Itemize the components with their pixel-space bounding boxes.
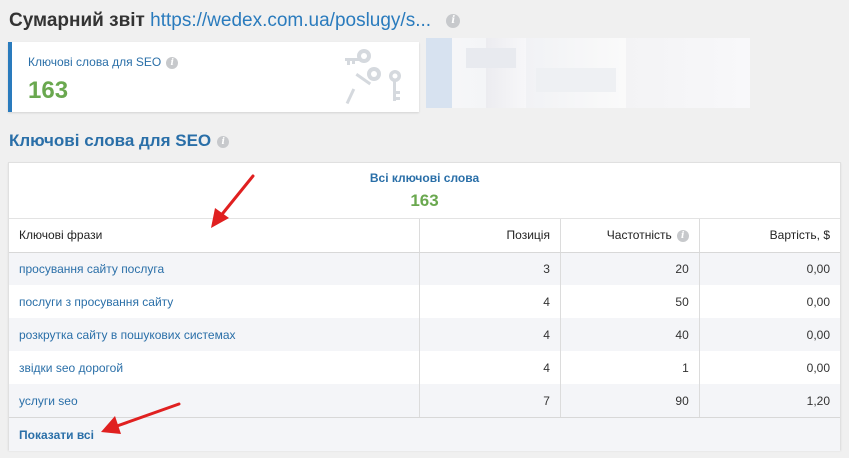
keywords-metric-card: Ключові слова для SEO i 163 <box>8 42 419 112</box>
table-row: просування сайту послуга 3 20 0,00 <box>9 252 840 285</box>
report-title-prefix: Сумарний звіт <box>9 10 145 31</box>
cost-cell: 0,00 <box>699 351 840 384</box>
show-all-link[interactable]: Показати всі <box>19 428 94 442</box>
table-row: услуги seo 7 90 1,20 <box>9 384 840 417</box>
column-header-cost[interactable]: Вартість, $ <box>699 219 840 253</box>
position-cell: 3 <box>419 252 561 285</box>
keywords-panel: Всі ключові слова 163 Ключові фрази Пози… <box>8 162 841 451</box>
summary-value: 163 <box>410 191 439 210</box>
table-row: звідки seo дорогой 4 1 0,00 <box>9 351 840 384</box>
position-cell: 4 <box>419 351 561 384</box>
blurred-region <box>426 38 750 108</box>
keyword-phrase-link[interactable]: розкрутка сайту в пошукових системах <box>9 318 421 351</box>
keyword-phrase-link[interactable]: просування сайту послуга <box>9 252 421 285</box>
table-header-row: Ключові фрази Позиція Частотність i Варті… <box>9 219 840 253</box>
summary-label[interactable]: Всі ключові слова <box>9 163 840 185</box>
metric-card-value: 163 <box>28 77 69 104</box>
column-header-frequency-label: Частотність <box>606 228 672 243</box>
keyword-phrase-link[interactable]: послуги з просування сайту <box>9 285 421 318</box>
section-title-text: Ключові слова для SEO <box>9 131 212 150</box>
cost-cell: 0,00 <box>699 318 840 351</box>
column-header-frequency[interactable]: Частотність i <box>560 219 700 253</box>
metric-card-label-row: Ключові слова для SEO i <box>28 55 179 69</box>
keywords-table: Ключові фрази Позиція Частотність i Варті… <box>9 219 840 417</box>
info-icon[interactable]: i <box>217 135 230 148</box>
panel-footer: Показати всі <box>9 417 840 451</box>
table-row: послуги з просування сайту 4 50 0,00 <box>9 285 840 318</box>
column-header-position[interactable]: Позиція <box>419 219 561 253</box>
frequency-cell: 40 <box>560 318 700 351</box>
metric-card-label: Ключові слова для SEO <box>28 55 162 69</box>
cost-cell: 0,00 <box>699 252 840 285</box>
frequency-cell: 1 <box>560 351 700 384</box>
report-title: Сумарний звіт https://wedex.com.ua/poslu… <box>9 10 461 32</box>
frequency-cell: 50 <box>560 285 700 318</box>
keyword-phrase-link[interactable]: звідки seo дорогой <box>9 351 421 384</box>
position-cell: 4 <box>419 285 561 318</box>
info-icon[interactable]: i <box>676 230 689 243</box>
frequency-cell: 20 <box>560 252 700 285</box>
info-icon[interactable]: i <box>166 56 179 69</box>
position-cell: 7 <box>419 384 561 417</box>
column-header-phrase[interactable]: Ключові фрази <box>9 219 421 253</box>
keyword-phrase-link[interactable]: услуги seo <box>9 384 421 417</box>
info-icon[interactable]: i <box>446 13 461 28</box>
report-url-link[interactable]: https://wedex.com.ua/poslugy/s... <box>150 10 431 31</box>
position-cell: 4 <box>419 318 561 351</box>
table-row: розкрутка сайту в пошукових системах 4 40 0… <box>9 318 840 351</box>
frequency-cell: 90 <box>560 384 700 417</box>
section-title: Ключові слова для SEO i <box>9 131 230 151</box>
cost-cell: 0,00 <box>699 285 840 318</box>
keys-icon <box>345 49 401 105</box>
cost-cell: 1,20 <box>699 384 840 417</box>
panel-summary: Всі ключові слова 163 <box>9 163 840 219</box>
